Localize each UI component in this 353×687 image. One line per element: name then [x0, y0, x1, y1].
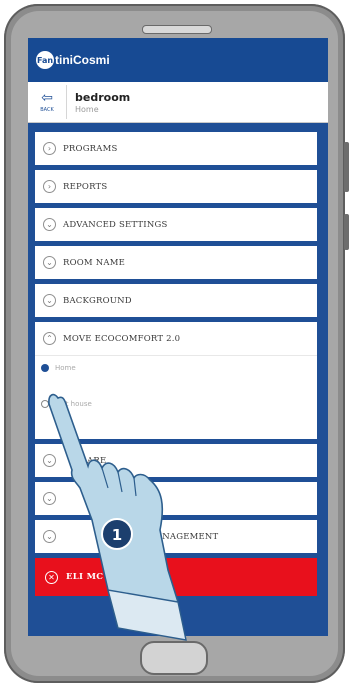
- menu-item-advanced-settings[interactable]: ⌄ ADVANCED SETTINGS: [35, 208, 317, 241]
- radio-empty-icon: [41, 400, 49, 408]
- chevron-down-icon: ⌄: [43, 530, 56, 543]
- menu-item-background[interactable]: ⌄ BACKGROUND: [35, 284, 317, 317]
- menu-item-room-name[interactable]: ⌄ ROOM NAME: [35, 246, 317, 279]
- chevron-up-icon: ⌃: [43, 332, 56, 345]
- menu-item-label: ADVANCED SETTINGS: [63, 219, 168, 230]
- chevron-down-icon: ⌄: [43, 256, 56, 269]
- menu-item-management[interactable]: ⌄ MANAGEMENT: [35, 520, 317, 553]
- radio-selected-icon: [41, 364, 49, 372]
- volume-down-button: [344, 214, 349, 250]
- home-button[interactable]: [140, 641, 208, 675]
- chevron-right-icon: ›: [43, 142, 56, 155]
- back-arrow-icon: ⇦: [41, 90, 53, 106]
- divider: [66, 85, 67, 119]
- title-bar: ⇦ BACK bedroom Home: [28, 82, 328, 123]
- chevron-right-icon: ›: [43, 180, 56, 193]
- settings-menu: › PROGRAMS › REPORTS ⌄ ADVANCED SETTINGS…: [35, 132, 317, 596]
- back-label: BACK: [40, 107, 54, 113]
- menu-item-label: BACKGROUND: [63, 295, 132, 306]
- menu-item-label: PROGRAMS: [63, 143, 118, 154]
- page-title: bedroom: [75, 90, 131, 104]
- delete-button[interactable]: ✕ ELI MC: [35, 558, 317, 596]
- menu-item-move-ecocomfort: ⌃ MOVE ECOCOMFORT 2.0 Home test house: [35, 322, 317, 439]
- back-button[interactable]: ⇦ BACK: [28, 91, 66, 113]
- brand-bar: Fan tiniCosmi: [28, 38, 328, 82]
- close-icon: ✕: [45, 570, 58, 584]
- brand-logo-icon: Fan: [36, 51, 54, 69]
- delete-button-label: ELI MC: [66, 572, 104, 582]
- chevron-down-icon: ⌄: [43, 294, 56, 307]
- expanded-header[interactable]: ⌃ MOVE ECOCOMFORT 2.0: [35, 322, 317, 356]
- menu-item-label: ROOM NAME: [63, 257, 126, 268]
- option-label: Home: [55, 364, 76, 372]
- menu-item-programs[interactable]: › PROGRAMS: [35, 132, 317, 165]
- menu-item-label: MANAGEMENT: [147, 531, 219, 542]
- menu-item-reports[interactable]: › REPORTS: [35, 170, 317, 203]
- menu-item-label: ARE: [87, 455, 107, 466]
- menu-item-hidden[interactable]: ⌄: [35, 482, 317, 515]
- speaker-grille: [142, 25, 212, 34]
- chevron-down-icon: ⌄: [43, 218, 56, 231]
- brand-name: tiniCosmi: [55, 53, 110, 67]
- menu-item-label: REPORTS: [63, 181, 108, 192]
- room-title: bedroom Home: [75, 91, 130, 114]
- option-label: test house: [55, 400, 92, 408]
- chevron-down-icon: ⌄: [43, 454, 56, 467]
- page-subtitle: Home: [75, 104, 99, 114]
- house-option-test-house[interactable]: test house: [41, 400, 92, 408]
- menu-item-share[interactable]: ⌄ ARE: [35, 444, 317, 477]
- volume-up-button: [344, 142, 349, 192]
- menu-item-label: MOVE ECOCOMFORT 2.0: [63, 333, 181, 344]
- house-option-home[interactable]: Home: [41, 364, 76, 372]
- app-screen: Fan tiniCosmi ⇦ BACK bedroom Home › PROG…: [28, 38, 328, 636]
- chevron-down-icon: ⌄: [43, 492, 56, 505]
